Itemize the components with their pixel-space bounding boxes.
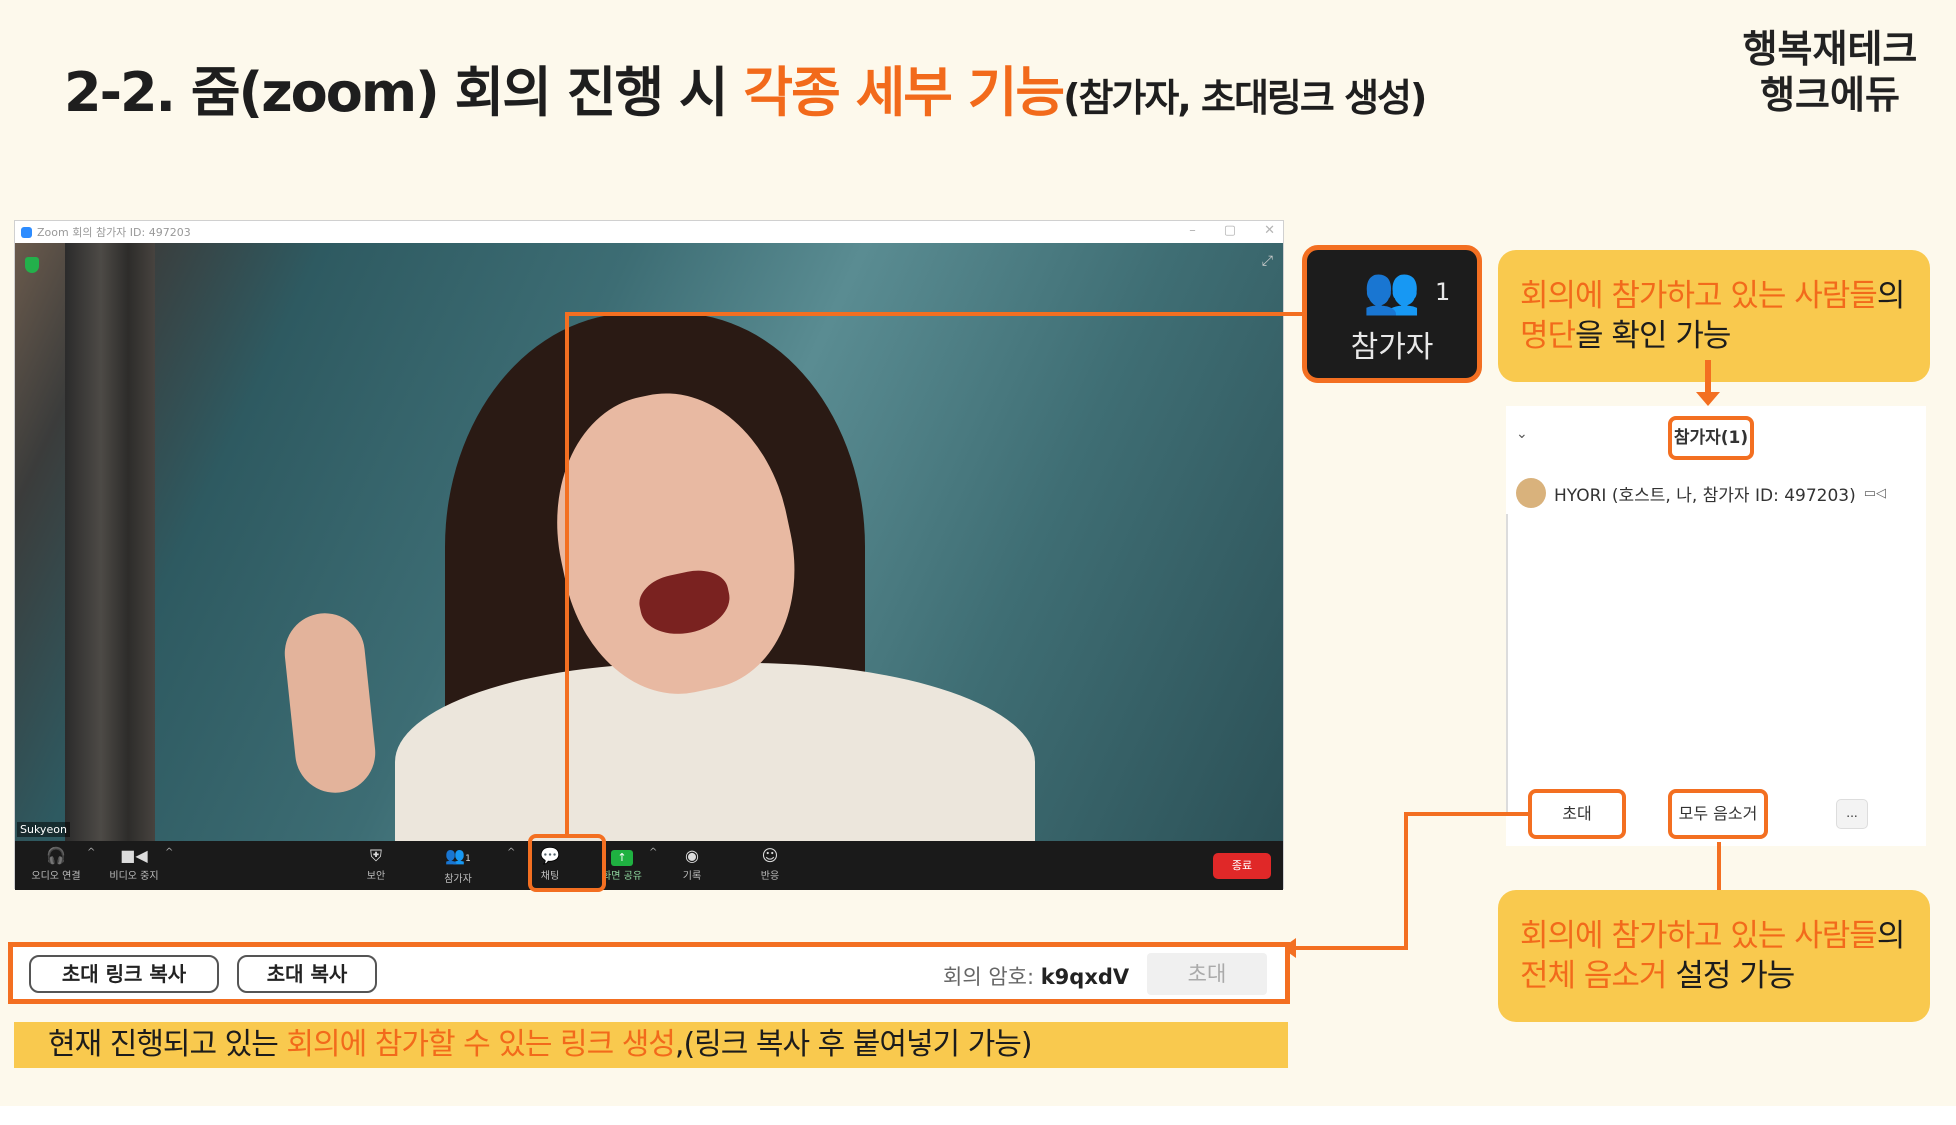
title-prefix: 2-2. 줌(zoom) 회의 진행 시	[64, 61, 744, 124]
security-label: 보안	[366, 871, 386, 882]
security-button[interactable]: ⛨ 보안	[341, 845, 411, 882]
fullscreen-icon[interactable]: ⤢	[1262, 253, 1273, 269]
participants-button-highlight	[528, 834, 606, 892]
participants-button[interactable]: 👥1 참가자	[423, 845, 493, 885]
participant-video-body	[395, 663, 1035, 841]
invite-connector-top	[1406, 812, 1530, 816]
video-button[interactable]: ■◀ 비디오 중지	[99, 845, 169, 882]
mute-all-note: 회의에 참가하고 있는 사람들의전체 음소거 설정 가능	[1498, 890, 1930, 1022]
shield-icon: ⛨	[369, 846, 382, 865]
note-bottom-rest: 설정 가능	[1666, 958, 1795, 994]
invite-bar: 초대 링크 복사 초대 복사 회의 암호: k9qxdV 초대	[8, 942, 1290, 1004]
brand-line-1: 행복재테크	[1742, 27, 1918, 71]
brand-logo: 행복재테크 행크에듀	[1720, 26, 1940, 118]
zoom-window-title: Zoom 회의 참가자 ID: 497203	[37, 226, 191, 239]
record-icon: ◉	[685, 846, 699, 865]
caption-accent: 회의에 참가할 수 있는 링크 생성	[286, 1027, 675, 1062]
page-title: 2-2. 줌(zoom) 회의 진행 시 각종 세부 기능(참가자, 초대링크 …	[64, 48, 1427, 127]
participant-row[interactable]: HYORI (호스트, 나, 참가자 ID: 497203) ▭◁	[1516, 478, 1886, 508]
bottom-strip	[0, 1106, 1956, 1125]
record-button[interactable]: ◉ 기록	[657, 845, 727, 882]
headphone-icon: 🎧	[46, 846, 66, 865]
minimize-icon[interactable]: –	[1189, 223, 1196, 238]
participants-callout: 👥 1 참가자	[1302, 245, 1482, 383]
video-caret-icon[interactable]: ^	[165, 847, 173, 858]
video-camera-icon: ■◀	[120, 846, 148, 865]
invite-connector-vertical	[1404, 812, 1408, 950]
participants-callout-count: 1	[1435, 278, 1451, 306]
note-bottom-mid: 의	[1876, 918, 1906, 954]
panel-divider	[1506, 514, 1508, 814]
audio-button[interactable]: 🎧 오디오 연결	[21, 845, 91, 882]
audio-caret-icon[interactable]: ^	[87, 847, 95, 858]
more-options-button[interactable]: ...	[1836, 799, 1868, 829]
participants-panel-title: 참가자(1)	[1668, 416, 1754, 460]
copy-invite-button[interactable]: 초대 복사	[237, 955, 377, 993]
note-arrow-head	[1696, 392, 1720, 406]
note-bottom-accent: 회의에 참가하고 있는 사람들	[1520, 918, 1878, 954]
invite-connector-bottom	[1292, 946, 1408, 950]
participants-count: 1	[465, 854, 471, 864]
zoom-titlebar: Zoom 회의 참가자 ID: 497203 – ▢ ✕	[15, 221, 1283, 243]
title-accent: 각종 세부 기능	[743, 61, 1065, 124]
note-arrow-shaft	[1705, 360, 1711, 394]
participants-label: 참가자	[444, 874, 472, 885]
chevron-down-icon[interactable]: ⌄	[1516, 426, 1528, 442]
mute-all-button[interactable]: 모두 음소거	[1668, 789, 1768, 839]
record-label: 기록	[682, 871, 702, 882]
title-suffix: (참가자, 초대링크 생성)	[1063, 76, 1427, 120]
end-meeting-button[interactable]: 종료	[1213, 853, 1271, 879]
note-top-rest: 을 확인 가능	[1575, 318, 1731, 354]
participants-icon: 👥1	[445, 846, 471, 865]
participants-list-note: 회의에 참가하고 있는 사람들의명단을 확인 가능	[1498, 250, 1930, 382]
background-curtain	[65, 243, 155, 841]
invite-submit-button[interactable]: 초대	[1147, 953, 1267, 995]
password-value: k9qxdV	[1040, 965, 1130, 989]
note-bottom-accent2: 전체 음소거	[1520, 958, 1667, 994]
caption-prefix: 현재 진행되고 있는	[48, 1027, 287, 1062]
reactions-button[interactable]: ☺ 반응	[735, 845, 805, 882]
smiley-icon: ☺	[761, 846, 779, 865]
restore-icon[interactable]: ▢	[1224, 223, 1236, 238]
participant-name: HYORI (호스트, 나, 참가자 ID: 497203)	[1554, 485, 1856, 506]
copy-invite-link-button[interactable]: 초대 링크 복사	[29, 955, 219, 993]
participants-large-icon: 👥	[1363, 263, 1421, 317]
participants-panel: ⌄ 참가자(1) HYORI (호스트, 나, 참가자 ID: 497203) …	[1506, 406, 1926, 846]
password-label: 회의 암호:	[943, 965, 1041, 989]
mute-connector-line	[1717, 842, 1721, 890]
video-label: 비디오 중지	[109, 871, 159, 882]
zoom-app-icon	[21, 226, 32, 238]
reactions-label: 반응	[760, 871, 780, 882]
note-top-accent2: 명단	[1520, 318, 1576, 354]
share-screen-icon: ↑	[611, 850, 633, 866]
brand-line-2: 행크에듀	[1760, 73, 1900, 117]
participant-name-tag: Sukyeon	[17, 822, 70, 837]
window-controls: – ▢ ✕	[1189, 223, 1275, 238]
camera-icon: ▭◁	[1863, 485, 1887, 501]
encryption-shield-icon[interactable]	[25, 257, 39, 273]
avatar	[1516, 478, 1546, 508]
video-feed: ⤢ Sukyeon	[15, 243, 1283, 841]
invite-button[interactable]: 초대	[1528, 789, 1626, 839]
meeting-toolbar: 🎧 오디오 연결 ^ ■◀ 비디오 중지 ^ ⛨ 보안 👥1 참가자 ^ 💬 채…	[15, 841, 1283, 890]
connector-line-vertical	[565, 312, 569, 836]
caption-suffix: ,(링크 복사 후 붙여넣기 가능)	[674, 1027, 1033, 1062]
close-icon[interactable]: ✕	[1264, 223, 1275, 238]
connector-line-horizontal	[565, 312, 1305, 316]
participants-callout-label: 참가자	[1350, 330, 1434, 365]
note-top-mid: 의	[1876, 278, 1906, 314]
meeting-password: 회의 암호: k9qxdV	[943, 961, 1129, 991]
note-top-accent: 회의에 참가하고 있는 사람들	[1520, 278, 1878, 314]
invite-link-caption: 현재 진행되고 있는 회의에 참가할 수 있는 링크 생성,(링크 복사 후 붙…	[14, 1022, 1288, 1068]
zoom-meeting-window: Zoom 회의 참가자 ID: 497203 – ▢ ✕ ⤢ Sukyeon 🎧…	[14, 220, 1284, 890]
participant-video-hand	[280, 609, 380, 797]
audio-label: 오디오 연결	[31, 871, 81, 882]
